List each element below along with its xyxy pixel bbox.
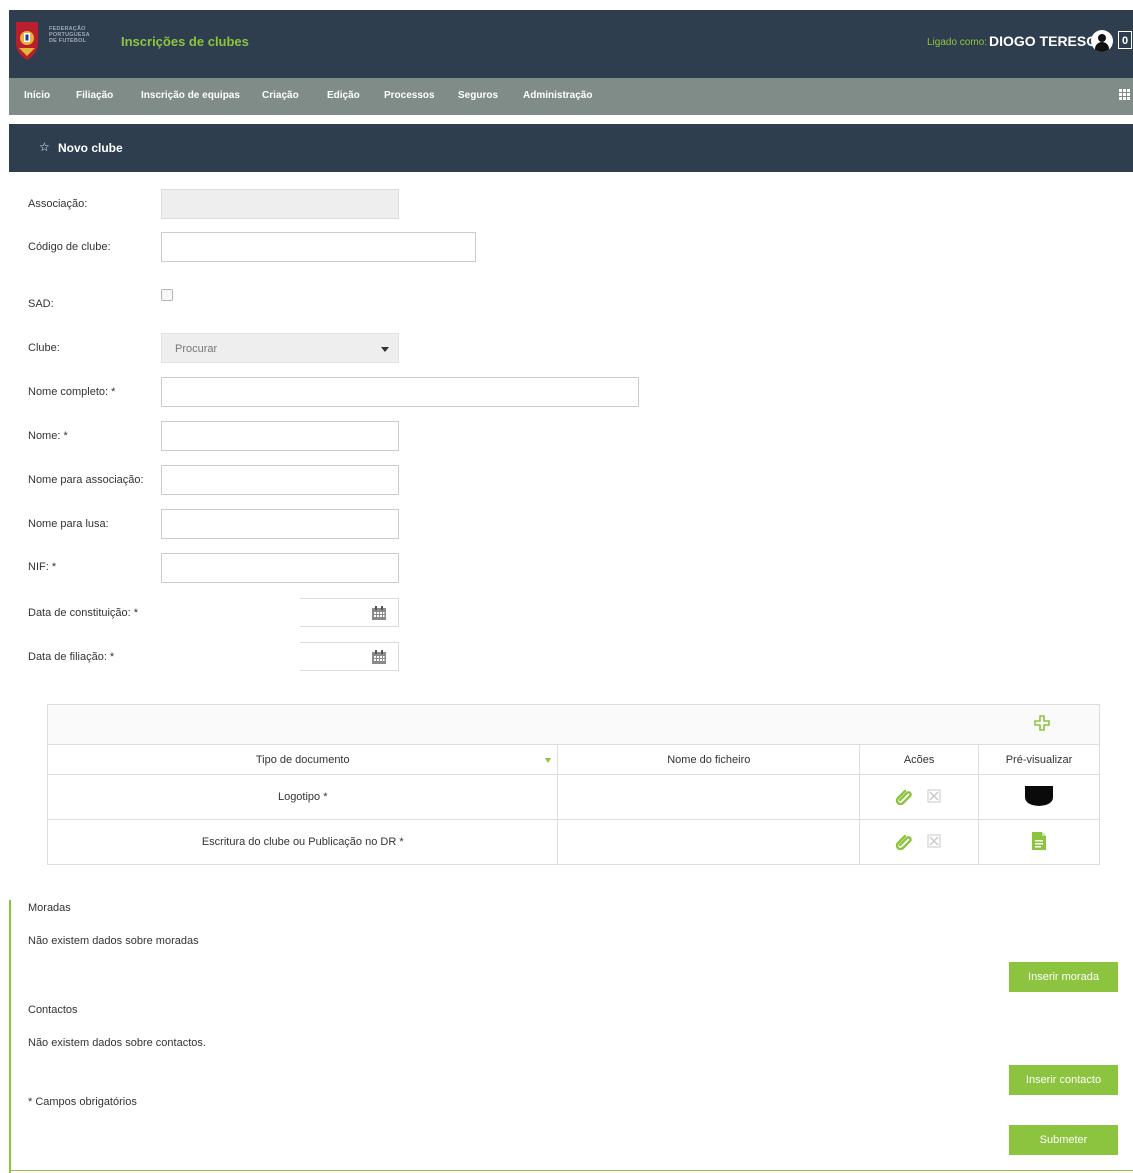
apps-grid-icon[interactable] — [1119, 89, 1131, 101]
attach-icon[interactable] — [895, 832, 913, 850]
sad-label: SAD: — [28, 298, 54, 310]
remove-icon[interactable] — [925, 787, 943, 805]
doc-ficheiro-cell — [557, 819, 861, 865]
calendar-icon[interactable] — [371, 605, 387, 621]
avatar-icon[interactable] — [1091, 30, 1113, 52]
inserir-contacto-button[interactable]: Inserir contacto — [1009, 1065, 1118, 1095]
codigo-clube-label: Código de clube: — [28, 241, 111, 253]
nif-field[interactable] — [161, 553, 399, 583]
sad-checkbox[interactable] — [161, 289, 173, 301]
data-filiacao-field[interactable] — [300, 642, 399, 671]
file-icon[interactable] — [1031, 831, 1047, 851]
doc-preview-cell — [978, 819, 1100, 865]
left-accent-line — [9, 900, 11, 1173]
caret-down-icon — [381, 347, 389, 352]
nif-label: NIF: * — [28, 561, 57, 573]
associacao-field — [161, 189, 399, 219]
nome-associacao-label: Nome para associação: — [28, 474, 144, 486]
calendar-icon[interactable] — [371, 649, 387, 665]
codigo-clube-field[interactable] — [161, 232, 476, 262]
clube-label: Clube: — [28, 342, 60, 354]
table-row: Logotipo * — [46, 774, 1100, 820]
moradas-title: Moradas — [28, 902, 71, 914]
nav-item-administracao[interactable]: Administração — [523, 90, 592, 101]
col-tipo-documento-label: Tipo de documento — [255, 753, 350, 766]
clube-select-placeholder: Procurar — [175, 343, 218, 355]
user-name[interactable]: DIOGO TERESO — [989, 33, 1097, 49]
col-nome-ficheiro: Nome do ficheiro — [557, 744, 861, 775]
inserir-morada-button[interactable]: Inserir morada — [1009, 962, 1118, 992]
star-icon: ☆ — [39, 140, 50, 154]
nav-item-processos[interactable]: Processos — [384, 90, 435, 101]
required-note: * Campos obrigatórios — [28, 1096, 137, 1108]
nome-lusa-label: Nome para lusa: — [28, 518, 109, 530]
nome-completo-label: Nome completo: * — [28, 386, 116, 398]
nav-item-seguros[interactable]: Seguros — [458, 90, 498, 101]
submeter-button[interactable]: Submeter — [1009, 1125, 1118, 1155]
main-nav: Início Filiação Inscrição de equipas Cri… — [9, 78, 1133, 115]
nome-lusa-field[interactable] — [161, 509, 399, 539]
logged-in-label: Ligado como: — [927, 37, 988, 48]
section-title: Novo clube — [58, 141, 123, 155]
doc-tipo-cell: Logotipo * — [46, 774, 559, 820]
doc-ficheiro-cell — [557, 774, 861, 820]
nav-item-inicio[interactable]: Início — [24, 90, 50, 101]
nav-item-inscricao-equipas[interactable]: Inscrição de equipas — [141, 90, 240, 101]
nav-item-edicao[interactable]: Edição — [327, 90, 360, 101]
nome-completo-field[interactable] — [161, 377, 639, 407]
data-constituicao-field[interactable] — [300, 598, 399, 627]
remove-icon[interactable] — [925, 832, 943, 850]
nav-item-filiacao[interactable]: Filiação — [76, 90, 113, 101]
data-filiacao-label: Data de filiação: * — [28, 651, 115, 663]
col-tipo-documento[interactable]: Tipo de documento — [46, 744, 559, 775]
table-row: Escritura do clube ou Publicação no DR * — [46, 819, 1100, 865]
nome-label: Nome: * — [28, 430, 68, 442]
documents-table: Tipo de documento Nome do ficheiro Acões… — [46, 744, 1100, 865]
nome-field[interactable] — [161, 421, 399, 451]
doc-actions-cell — [859, 819, 980, 865]
moradas-empty-text: Não existem dados sobre moradas — [28, 935, 199, 947]
contactos-title: Contactos — [28, 1004, 78, 1016]
fpf-logo[interactable] — [13, 18, 41, 62]
data-constituicao-label: Data de constituição: * — [28, 607, 139, 619]
doc-preview-cell — [978, 774, 1100, 820]
app-title: Inscrições de clubes — [121, 34, 249, 49]
logo-preview-image[interactable] — [1024, 784, 1055, 807]
col-pre-visualizar: Pré-visualizar — [978, 744, 1100, 775]
logo-text: FEDERAÇÃO PORTUGUESA DE FUTEBOL — [49, 26, 90, 44]
attach-icon[interactable] — [895, 787, 913, 805]
table-header-row: Tipo de documento Nome do ficheiro Acões… — [46, 744, 1100, 775]
notifications-badge[interactable]: 0 — [1118, 31, 1132, 49]
add-document-icon[interactable] — [1034, 715, 1050, 731]
section-header: ☆ Novo clube — [9, 124, 1133, 172]
doc-actions-cell — [859, 774, 980, 820]
nav-item-criacao[interactable]: Criação — [262, 90, 299, 101]
bottom-divider — [9, 1170, 1133, 1171]
clube-select[interactable]: Procurar — [161, 333, 399, 363]
nome-associacao-field[interactable] — [161, 465, 399, 495]
sort-caret-icon[interactable] — [545, 758, 552, 763]
associacao-label: Associação: — [28, 198, 88, 210]
top-header: FEDERAÇÃO PORTUGUESA DE FUTEBOL Inscriçõ… — [9, 10, 1133, 78]
contactos-empty-text: Não existem dados sobre contactos. — [28, 1037, 206, 1049]
doc-tipo-cell: Escritura do clube ou Publicação no DR * — [46, 819, 559, 865]
col-acoes: Acões — [859, 744, 980, 775]
